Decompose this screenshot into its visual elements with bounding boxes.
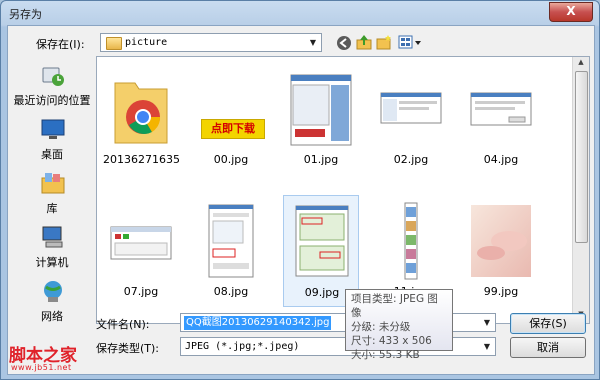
computer-icon [40,224,66,250]
desktop-icon [40,116,66,142]
file-info-tooltip: 项目类型: JPEG 图像 分级: 未分级 尺寸: 433 x 506 大小: … [345,289,453,361]
new-folder-icon[interactable] [376,34,392,50]
place-label: 网络 [41,310,63,323]
vertical-scrollbar[interactable]: ▲ ▼ [572,57,589,323]
image-thumbnail [469,69,533,149]
chrome-folder-icon [109,69,173,149]
place-recent[interactable]: 最近访问的位置 [12,62,92,112]
save-in-value: picture [125,37,168,48]
watermark-url: www.jb51.net [11,363,72,372]
save-as-dialog: 另存为 X 保存在(I): picture ▼ 最近访问的位置 桌面 库 计算机… [0,0,600,380]
list-item[interactable]: 02.jpg [373,63,449,175]
chevron-down-icon[interactable]: ▼ [479,338,495,355]
image-thumbnail [379,201,443,281]
place-label: 桌面 [41,148,63,161]
place-label: 最近访问的位置 [13,94,91,107]
place-network[interactable]: 网络 [12,278,92,328]
list-item[interactable]: 点即下载 00.jpg [193,63,269,175]
file-name: 04.jpg [483,153,519,166]
filetype-value: JPEG (*.jpg;*.jpeg) [185,341,300,352]
list-item[interactable]: 01.jpg [283,63,359,175]
cancel-button[interactable]: 取消 [510,337,586,358]
libraries-icon [40,170,66,196]
list-item[interactable]: 07.jpg [103,195,179,307]
tooltip-filesize: 大小: 55.3 KB [351,349,420,361]
network-icon [40,278,66,304]
file-name: 08.jpg [213,285,249,298]
save-in-combo[interactable]: picture ▼ [100,33,322,52]
list-item[interactable]: 04.jpg [463,63,539,175]
file-name: 02.jpg [393,153,429,166]
file-list[interactable]: 201362716351... 点即下载 00.jpg 01.jpg 02.jp… [96,56,590,324]
scrollbar-thumb[interactable] [575,71,588,243]
list-item[interactable]: 201362716351... [103,63,179,175]
tooltip-dimensions: 尺寸: 433 x 506 [351,335,432,347]
save-button[interactable]: 保存(S) [510,313,586,334]
chevron-down-icon[interactable]: ▼ [305,34,321,51]
image-thumbnail [199,201,263,281]
place-label: 计算机 [35,256,69,269]
save-in-label: 保存在(I): [36,38,85,51]
places-bar: 最近访问的位置 桌面 库 计算机 网络 [8,56,94,336]
close-button[interactable]: X [549,2,593,22]
back-arrow-icon[interactable] [336,35,352,51]
place-label: 库 [46,202,58,215]
up-folder-icon[interactable] [356,34,372,50]
title-bar[interactable]: 另存为 X [1,1,599,25]
image-thumbnail [379,69,443,149]
folder-icon [106,37,122,50]
dialog-body: 保存在(I): picture ▼ 最近访问的位置 桌面 库 计算机 网络 20… [7,25,595,375]
banner-text: 点即下载 [201,119,265,139]
image-thumbnail [289,69,353,149]
image-thumbnail: 点即下载 [199,69,265,149]
place-libraries[interactable]: 库 [12,170,92,220]
tooltip-type: 项目类型: JPEG 图像 [351,293,438,319]
filetype-label: 保存类型(T): [96,342,160,355]
file-name: 99.jpg [483,285,519,298]
file-name: 201362716351... [103,153,179,166]
list-item[interactable]: 08.jpg [193,195,269,307]
file-name: 00.jpg [213,153,249,166]
filename-label: 文件名(N): [96,318,150,331]
window-title: 另存为 [9,8,42,21]
file-name: 01.jpg [303,153,339,166]
scroll-up-icon[interactable]: ▲ [573,58,589,70]
file-name: 07.jpg [123,285,159,298]
place-desktop[interactable]: 桌面 [12,116,92,166]
image-thumbnail [109,201,173,281]
filename-value: QQ截图20130629140342.jpg [184,316,332,330]
chevron-down-icon[interactable]: ▼ [479,314,495,331]
image-thumbnail [469,201,533,281]
views-menu-icon[interactable] [398,34,422,50]
list-item[interactable]: 99.jpg [463,195,539,307]
tooltip-rating: 分级: 未分级 [351,321,411,333]
recent-places-icon [40,62,66,88]
image-thumbnail [290,202,354,282]
place-computer[interactable]: 计算机 [12,224,92,274]
